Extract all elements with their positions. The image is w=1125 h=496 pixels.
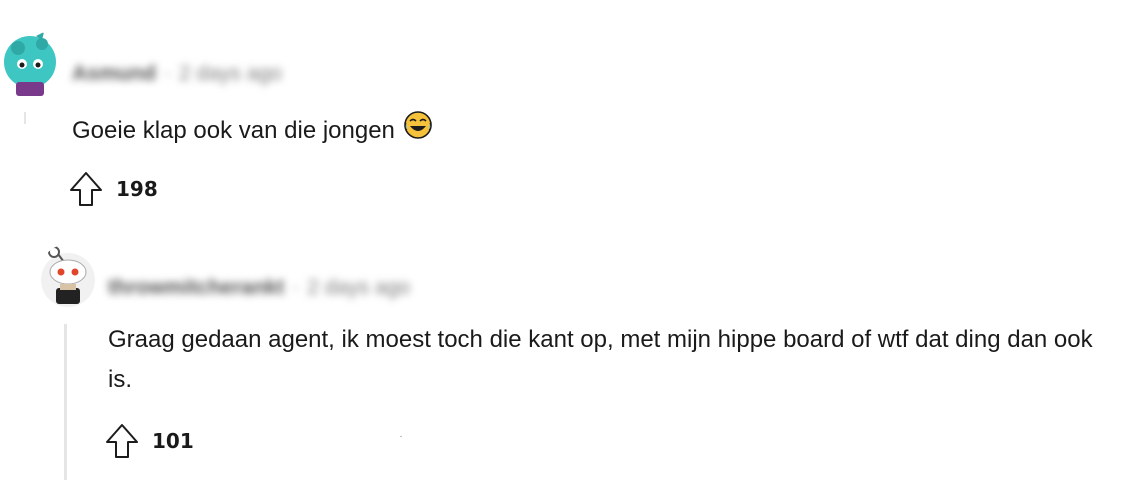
thread-line[interactable]: [24, 112, 26, 124]
comment-body: Goeie klap ook van die jongen: [72, 110, 433, 153]
vote-row: 198: [68, 170, 158, 208]
vote-count: 101: [152, 429, 194, 453]
comment-text: Goeie klap ook van die jongen: [72, 116, 395, 144]
face-with-tears-of-joy-icon: [403, 110, 433, 153]
upvote-icon[interactable]: [68, 170, 104, 208]
user-avatar-icon[interactable]: [0, 30, 62, 100]
divider: [400, 436, 402, 437]
comment-body: Graag gedaan agent, ik moest toch die ka…: [108, 320, 1118, 400]
comment-meta: Asmund · 2 days ago: [72, 62, 282, 85]
thread-line[interactable]: [64, 324, 67, 480]
upvote-icon[interactable]: [104, 422, 140, 460]
user-avatar-icon[interactable]: [38, 244, 98, 310]
comment-author[interactable]: throwmitcherankt: [108, 276, 284, 299]
comment-author[interactable]: Asmund: [72, 62, 156, 85]
comment-meta: throwmitcherankt · 2 days ago: [108, 276, 410, 299]
comment-text: Graag gedaan agent, ik moest toch die ka…: [108, 326, 1093, 393]
comment-age: 2 days ago: [307, 276, 410, 299]
comment-age: 2 days ago: [179, 62, 282, 85]
vote-count: 198: [116, 177, 158, 201]
vote-row: 101: [104, 422, 194, 460]
